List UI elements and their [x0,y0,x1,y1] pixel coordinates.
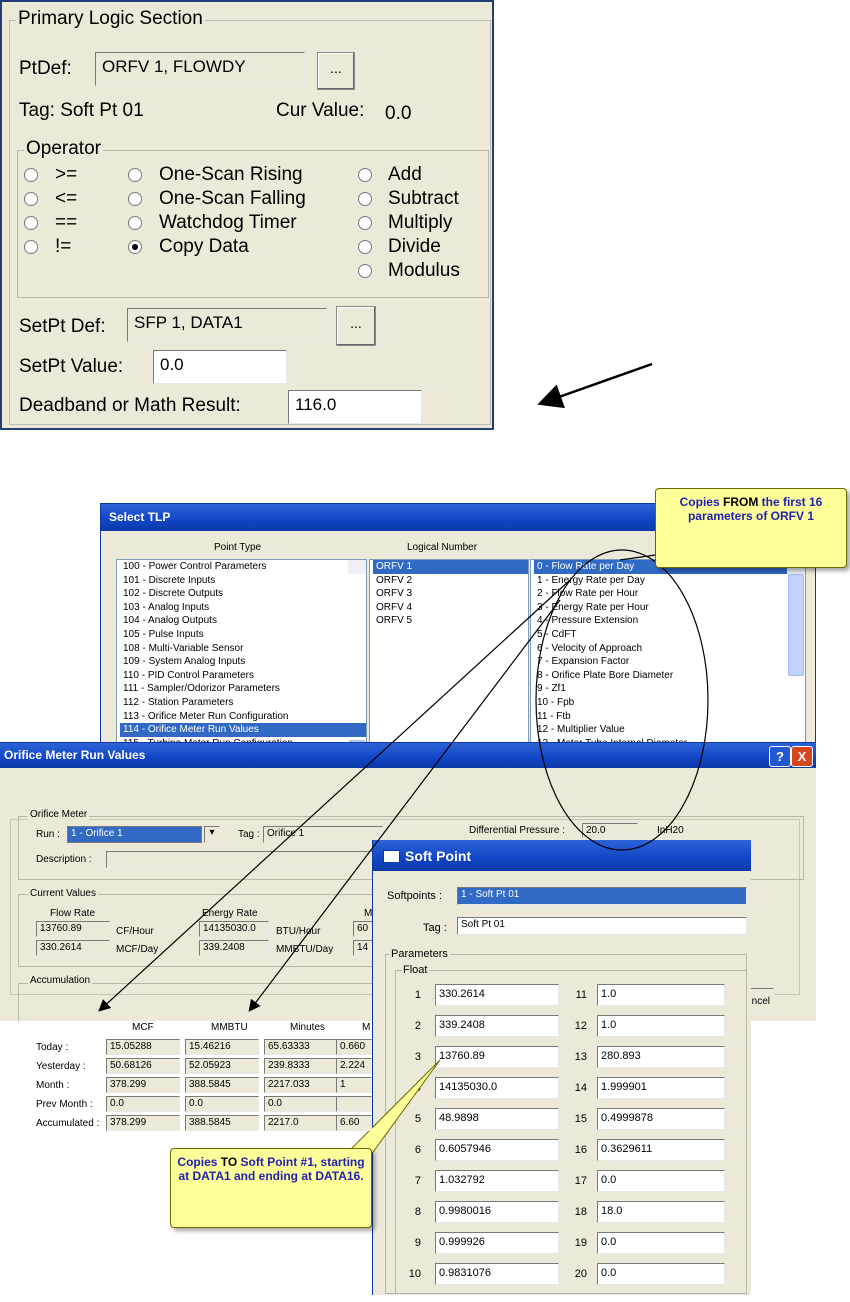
arrow-to-accum-mcf [98,579,571,1012]
to-callout-keyword: TO [220,1155,238,1169]
accum-cell[interactable]: 15.05288 [106,1039,180,1055]
accum-cell[interactable]: 2.224 [336,1058,372,1074]
accum-cell[interactable]: 15.46216 [185,1039,259,1055]
accum-header: M [362,1022,371,1033]
accum-row-label: Yesterday : [36,1061,86,1072]
accum-cell[interactable]: 50.68126 [106,1058,180,1074]
accum-header: MCF [132,1022,154,1033]
accum-cell[interactable]: 0.0 [264,1096,338,1112]
from-callout-keyword: FROM [722,495,759,509]
accum-cell[interactable]: 6.60 [336,1115,372,1131]
to-callout: Copies TO Soft Point #1, starting at DAT… [170,1148,372,1228]
accum-cell[interactable]: 0.0 [185,1096,259,1112]
accum-cell[interactable]: 388.5845 [185,1077,259,1093]
accum-cell[interactable] [336,1096,372,1112]
accum-cell[interactable]: 52.05923 [185,1058,259,1074]
accum-header: Minutes [290,1022,326,1033]
accum-cell[interactable]: 378.299 [106,1115,180,1131]
accum-row-label: Today : [36,1042,69,1053]
accum-cell[interactable]: 378.299 [106,1077,180,1093]
accum-cell[interactable]: 0.660 [336,1039,372,1055]
accum-cell[interactable]: 2217.0 [264,1115,338,1131]
from-callout-prefix: Copies [679,495,723,509]
arrow-to-accum-mmbtu [248,599,561,1012]
accum-cell[interactable]: 1 [336,1077,372,1093]
accum-cell[interactable]: 388.5845 [185,1115,259,1131]
accum-cell[interactable]: 239.8333 [264,1058,338,1074]
accum-header: MMBTU [211,1022,248,1033]
accum-cell[interactable]: 65.63333 [264,1039,338,1055]
accum-row-label: Accumulated : [36,1118,100,1129]
from-callout: Copies FROM the first 16 parameters of O… [655,488,847,568]
accum-cell[interactable]: 0.0 [106,1096,180,1112]
accum-row-label: Prev Month : [36,1099,93,1110]
deadband-arrow [537,362,653,409]
to-callout-prefix: Copies [177,1155,221,1169]
parameters-ellipse [535,549,709,851]
accum-row-label: Month : [36,1080,70,1091]
accum-cell[interactable]: 2217.033 [264,1077,338,1093]
accumulation-table: MCF MMBTU Minutes M Today : 15.05288 15.46216 6… [0,1020,380,1131]
